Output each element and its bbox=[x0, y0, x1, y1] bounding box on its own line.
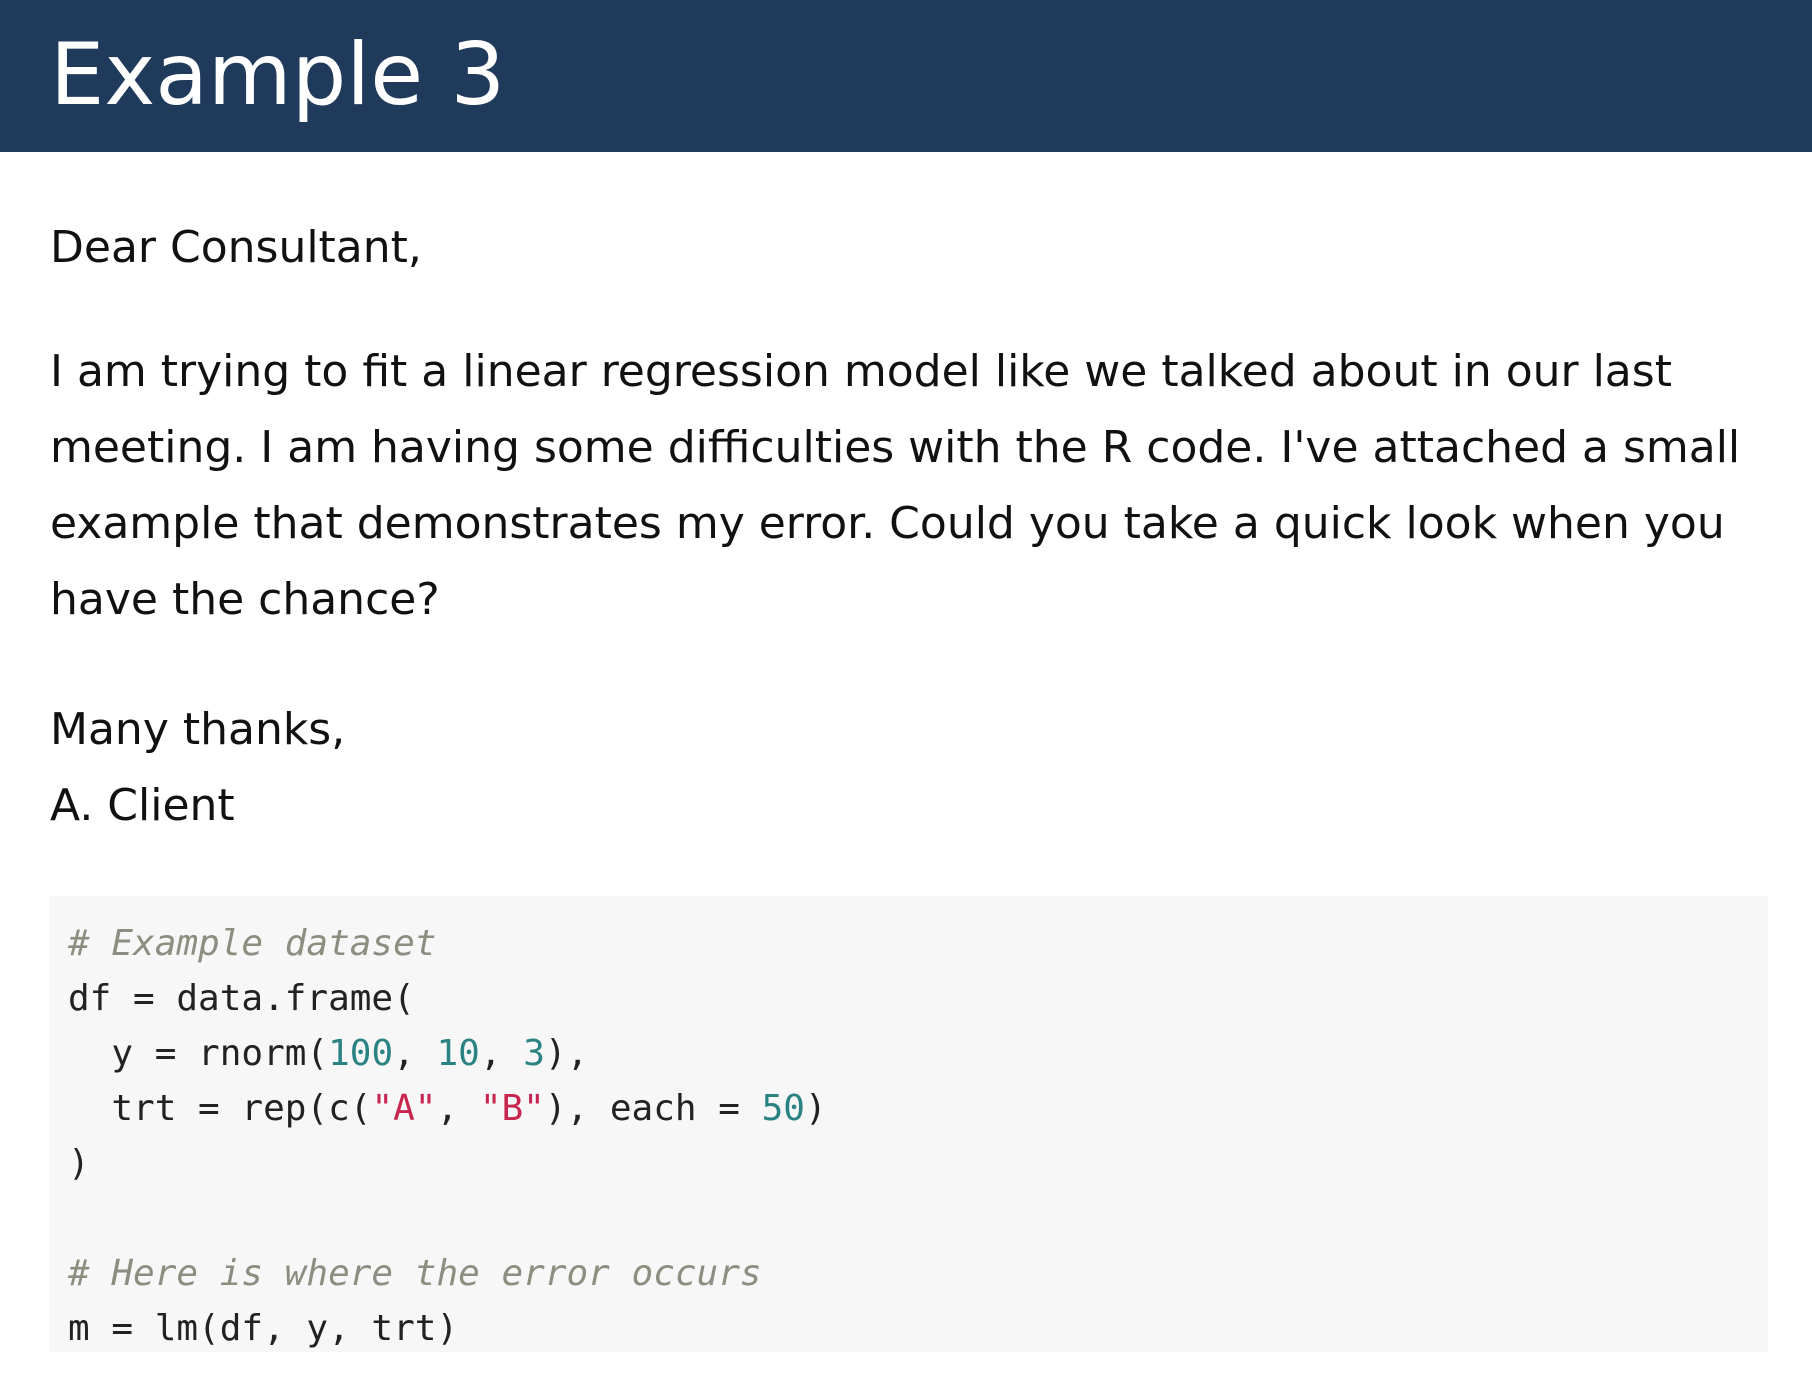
slide-header: Example 3 bbox=[0, 0, 1812, 152]
code-comment: # Example dataset bbox=[68, 923, 437, 964]
code-text: , bbox=[479, 1033, 524, 1074]
code-number: 10 bbox=[436, 1033, 480, 1074]
code-string: "B" bbox=[479, 1088, 545, 1129]
code-line: df = data.frame( bbox=[68, 971, 1768, 1026]
letter-signoff: Many thanks, bbox=[50, 704, 346, 755]
code-text: ), bbox=[544, 1033, 589, 1074]
code-line: m = lm(df, y, trt) bbox=[68, 1301, 1768, 1356]
letter-body-line: I am trying to fit a linear regression m… bbox=[50, 346, 1672, 397]
code-number: 50 bbox=[761, 1088, 805, 1129]
code-text: df = data.frame( bbox=[68, 978, 415, 1019]
code-line: trt = rep(c("A", "B"), each = 50) bbox=[68, 1081, 1768, 1136]
code-text: , bbox=[436, 1088, 480, 1129]
code-comment: # Here is where the error occurs bbox=[68, 1253, 762, 1294]
code-line: # Example dataset bbox=[68, 916, 1768, 971]
code-line: # Here is where the error occurs bbox=[68, 1246, 1768, 1301]
code-number: 100 bbox=[328, 1033, 394, 1074]
code-text: ), each = bbox=[544, 1088, 762, 1129]
code-text: ) bbox=[68, 1143, 90, 1184]
code-text: ) bbox=[804, 1088, 827, 1129]
code-line: y = rnorm(100, 10, 3), bbox=[68, 1026, 1768, 1081]
letter-body-line: meeting. I am having some difficulties w… bbox=[50, 422, 1741, 473]
code-line: ) bbox=[68, 1136, 1768, 1191]
letter-greeting: Dear Consultant, bbox=[50, 222, 422, 273]
letter-body-line: example that demonstrates my error. Coul… bbox=[50, 498, 1725, 549]
code-text: y = rnorm( bbox=[68, 1033, 329, 1074]
code-text: trt = rep(c( bbox=[68, 1088, 372, 1129]
slide-title: Example 3 bbox=[50, 25, 506, 125]
code-block: # Example dataset df = data.frame( y = r… bbox=[49, 896, 1768, 1352]
code-number: 3 bbox=[523, 1033, 545, 1074]
code-text: , bbox=[393, 1033, 437, 1074]
code-text: m = lm(df, y, trt) bbox=[68, 1308, 459, 1349]
letter-body-line: have the chance? bbox=[50, 574, 440, 625]
letter-signature: A. Client bbox=[50, 780, 235, 831]
code-string: "A" bbox=[371, 1088, 437, 1129]
letter-body: I am trying to fit a linear regression m… bbox=[50, 334, 1740, 638]
